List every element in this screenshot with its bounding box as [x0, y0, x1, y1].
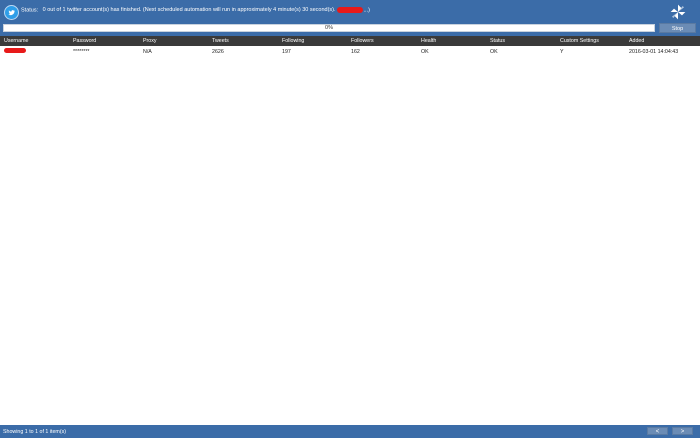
table-header: Username Password Proxy Tweets Following…	[0, 36, 700, 46]
cell-status: OK	[490, 49, 498, 55]
cell-custom-settings: Y	[560, 49, 564, 55]
column-header-tweets[interactable]: Tweets	[212, 38, 229, 44]
column-header-password[interactable]: Password	[73, 38, 96, 44]
column-header-proxy[interactable]: Proxy	[143, 38, 157, 44]
table-row[interactable]: ******** N/A 2626 197 162 OK OK Y 2016-0…	[0, 46, 700, 57]
pagination-footer: Showing 1 to 1 of 1 item(s) < >	[0, 425, 700, 438]
column-header-followers[interactable]: Followers	[351, 38, 374, 44]
status-message: Status: 0 out of 1 twitter account(s) ha…	[21, 7, 370, 13]
column-header-custom-settings[interactable]: Custom Settings	[560, 38, 599, 44]
status-prefix: Status:	[21, 7, 39, 14]
redaction-mark	[336, 7, 363, 13]
status-suffix: ...)	[363, 7, 370, 14]
column-header-status[interactable]: Status	[490, 38, 505, 44]
pinwheel-logo-icon	[670, 4, 686, 20]
column-header-added[interactable]: Added	[629, 38, 644, 44]
progress-label: 0%	[325, 25, 333, 31]
cell-proxy: N/A	[143, 49, 152, 55]
cell-username	[4, 48, 26, 55]
pagination-summary: Showing 1 to 1 of 1 item(s)	[3, 429, 67, 435]
redaction-mark	[4, 48, 26, 53]
cell-tweets: 2626	[212, 49, 224, 55]
column-header-following[interactable]: Following	[282, 38, 304, 44]
cell-password: ********	[73, 49, 90, 55]
cell-added: 2016-03-01 14:04:43	[629, 49, 679, 55]
column-header-health[interactable]: Health	[421, 38, 436, 44]
automation-progress-bar: 0%	[3, 24, 655, 32]
next-page-button[interactable]: >	[672, 427, 693, 435]
cell-health: OK	[421, 49, 429, 55]
top-status-bar: Status: 0 out of 1 twitter account(s) ha…	[0, 0, 700, 36]
cell-following: 197	[282, 49, 291, 55]
twitter-bird-icon	[4, 5, 19, 20]
cell-followers: 162	[351, 49, 360, 55]
status-body: 0 out of 1 twitter account(s) has finish…	[42, 7, 336, 14]
stop-button[interactable]: Stop	[659, 23, 696, 33]
previous-page-button[interactable]: <	[647, 427, 668, 435]
column-header-username[interactable]: Username	[4, 38, 28, 44]
